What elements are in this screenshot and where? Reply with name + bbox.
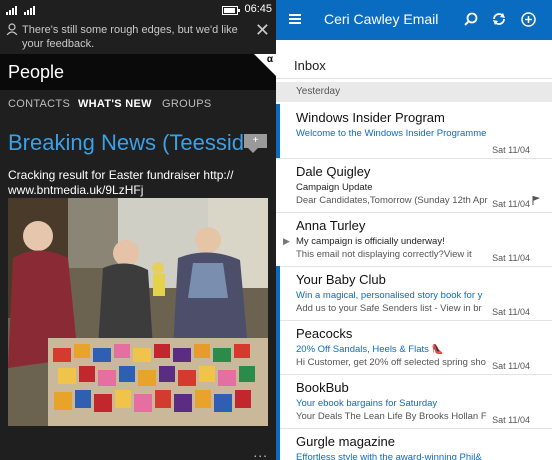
- message-row[interactable]: Peacocks 20% Off Sandals, Heels & Flats 👠…: [276, 320, 552, 375]
- comment-count: +: [252, 135, 259, 146]
- folder-name[interactable]: Inbox: [294, 58, 326, 73]
- message-sender: BookBub: [296, 380, 349, 395]
- email-app-screen: Ceri Cawley Email Inbox Yesterday Window…: [276, 0, 552, 460]
- message-subject: Welcome to the Windows Insider Programme: [296, 128, 487, 139]
- post-text: Cracking result for Easter fundraiser ht…: [8, 168, 268, 198]
- tab-groups[interactable]: GROUPS: [162, 98, 211, 110]
- message-preview: Hi Customer, get 20% off selected spring…: [296, 357, 486, 368]
- message-row[interactable]: BookBub Your ebook bargains for Saturday Y…: [276, 374, 552, 429]
- unread-indicator: [276, 374, 280, 428]
- unread-indicator: [276, 266, 280, 320]
- message-subject: Campaign Update: [296, 182, 373, 193]
- app-header: People α: [0, 54, 276, 90]
- signal-icon: [6, 6, 17, 15]
- message-date: Sat 11/04: [492, 199, 530, 209]
- post-photo[interactable]: [8, 198, 268, 426]
- message-sender: Dale Quigley: [296, 164, 371, 179]
- message-date: Sat 11/04: [492, 361, 530, 371]
- message-row[interactable]: Windows Insider Program Welcome to the Wi…: [276, 104, 552, 159]
- message-sender: Gurgle magazine: [296, 434, 395, 449]
- app-bar: Ceri Cawley Email: [276, 0, 552, 40]
- message-row[interactable]: Your Baby Club Win a magical, personalise…: [276, 266, 552, 321]
- post-link[interactable]: www.bntmedia.uk/9LzHFj: [8, 183, 268, 198]
- signal-icon: [24, 6, 35, 15]
- sync-icon[interactable]: [492, 12, 506, 26]
- message-subject: 20% Off Sandals, Heels & Flats 👠: [296, 344, 444, 355]
- message-row[interactable]: Dale Quigley Campaign Update Dear Candidat…: [276, 158, 552, 213]
- unread-indicator: [276, 320, 280, 374]
- message-date: Sat 11/04: [492, 145, 530, 155]
- message-sender: Anna Turley: [296, 218, 366, 233]
- alpha-badge-label: α: [266, 54, 273, 65]
- message-date: Sat 11/04: [492, 307, 530, 317]
- account-title: Ceri Cawley Email: [324, 11, 439, 27]
- message-subject: My campaign is officially underway!: [296, 236, 445, 247]
- flag-icon[interactable]: [532, 196, 540, 205]
- message-subject: Effortless style with the award-winning …: [296, 452, 482, 460]
- toast-text: There's still some rough edges, but we'd…: [22, 24, 238, 50]
- message-sender: Windows Insider Program: [296, 110, 445, 125]
- post-author-headline[interactable]: Breaking News (Teesside): [8, 130, 244, 156]
- divider: [276, 78, 552, 79]
- date-group-header: Yesterday: [276, 82, 552, 102]
- unread-indicator: [276, 104, 280, 158]
- message-preview: Dear Candidates,Tomorrow (Sunday 12th Ap…: [296, 195, 488, 206]
- person-icon: [6, 23, 18, 35]
- comment-icon[interactable]: +: [244, 134, 267, 153]
- message-row[interactable]: ▶ Anna Turley My campaign is officially un…: [276, 212, 552, 267]
- pivot-tabs: CONTACTS WHAT'S NEW GROUPS: [0, 98, 276, 114]
- battery-icon: [222, 6, 240, 15]
- feedback-toast[interactable]: There's still some rough edges, but we'd…: [0, 20, 276, 54]
- more-options-icon[interactable]: ...: [253, 444, 268, 460]
- status-bar: 06:45: [0, 0, 276, 20]
- message-sender: Your Baby Club: [296, 272, 386, 287]
- message-preview: Add us to your Safe Senders list - View …: [296, 303, 482, 314]
- search-icon[interactable]: [464, 12, 478, 26]
- close-icon[interactable]: ✕: [255, 21, 270, 39]
- people-app-screen: 06:45 There's still some rough edges, bu…: [0, 0, 276, 460]
- message-preview: Your Deals The Lean Life By Brooks Holla…: [296, 411, 487, 422]
- message-row[interactable]: Gurgle magazine Effortless style with the…: [276, 428, 552, 460]
- message-preview: This email not displaying correctly?View…: [296, 249, 472, 260]
- message-sender: Peacocks: [296, 326, 353, 341]
- post-text-line: Cracking result for Easter fundraiser ht…: [8, 168, 234, 182]
- message-date: Sat 11/04: [492, 415, 530, 425]
- status-time: 06:45: [244, 3, 272, 15]
- thread-expand-icon[interactable]: ▶: [283, 236, 290, 247]
- tab-contacts[interactable]: CONTACTS: [8, 98, 70, 110]
- unread-indicator: [276, 428, 280, 460]
- page-title: People: [8, 62, 65, 82]
- hamburger-menu-icon[interactable]: [289, 14, 301, 16]
- message-subject: Your ebook bargains for Saturday: [296, 398, 438, 409]
- message-date: Sat 11/04: [492, 253, 530, 263]
- date-group-label: Yesterday: [296, 86, 341, 97]
- new-mail-icon[interactable]: [521, 12, 536, 27]
- message-subject: Win a magical, personalised story book f…: [296, 290, 483, 301]
- tab-whats-new[interactable]: WHAT'S NEW: [78, 98, 152, 110]
